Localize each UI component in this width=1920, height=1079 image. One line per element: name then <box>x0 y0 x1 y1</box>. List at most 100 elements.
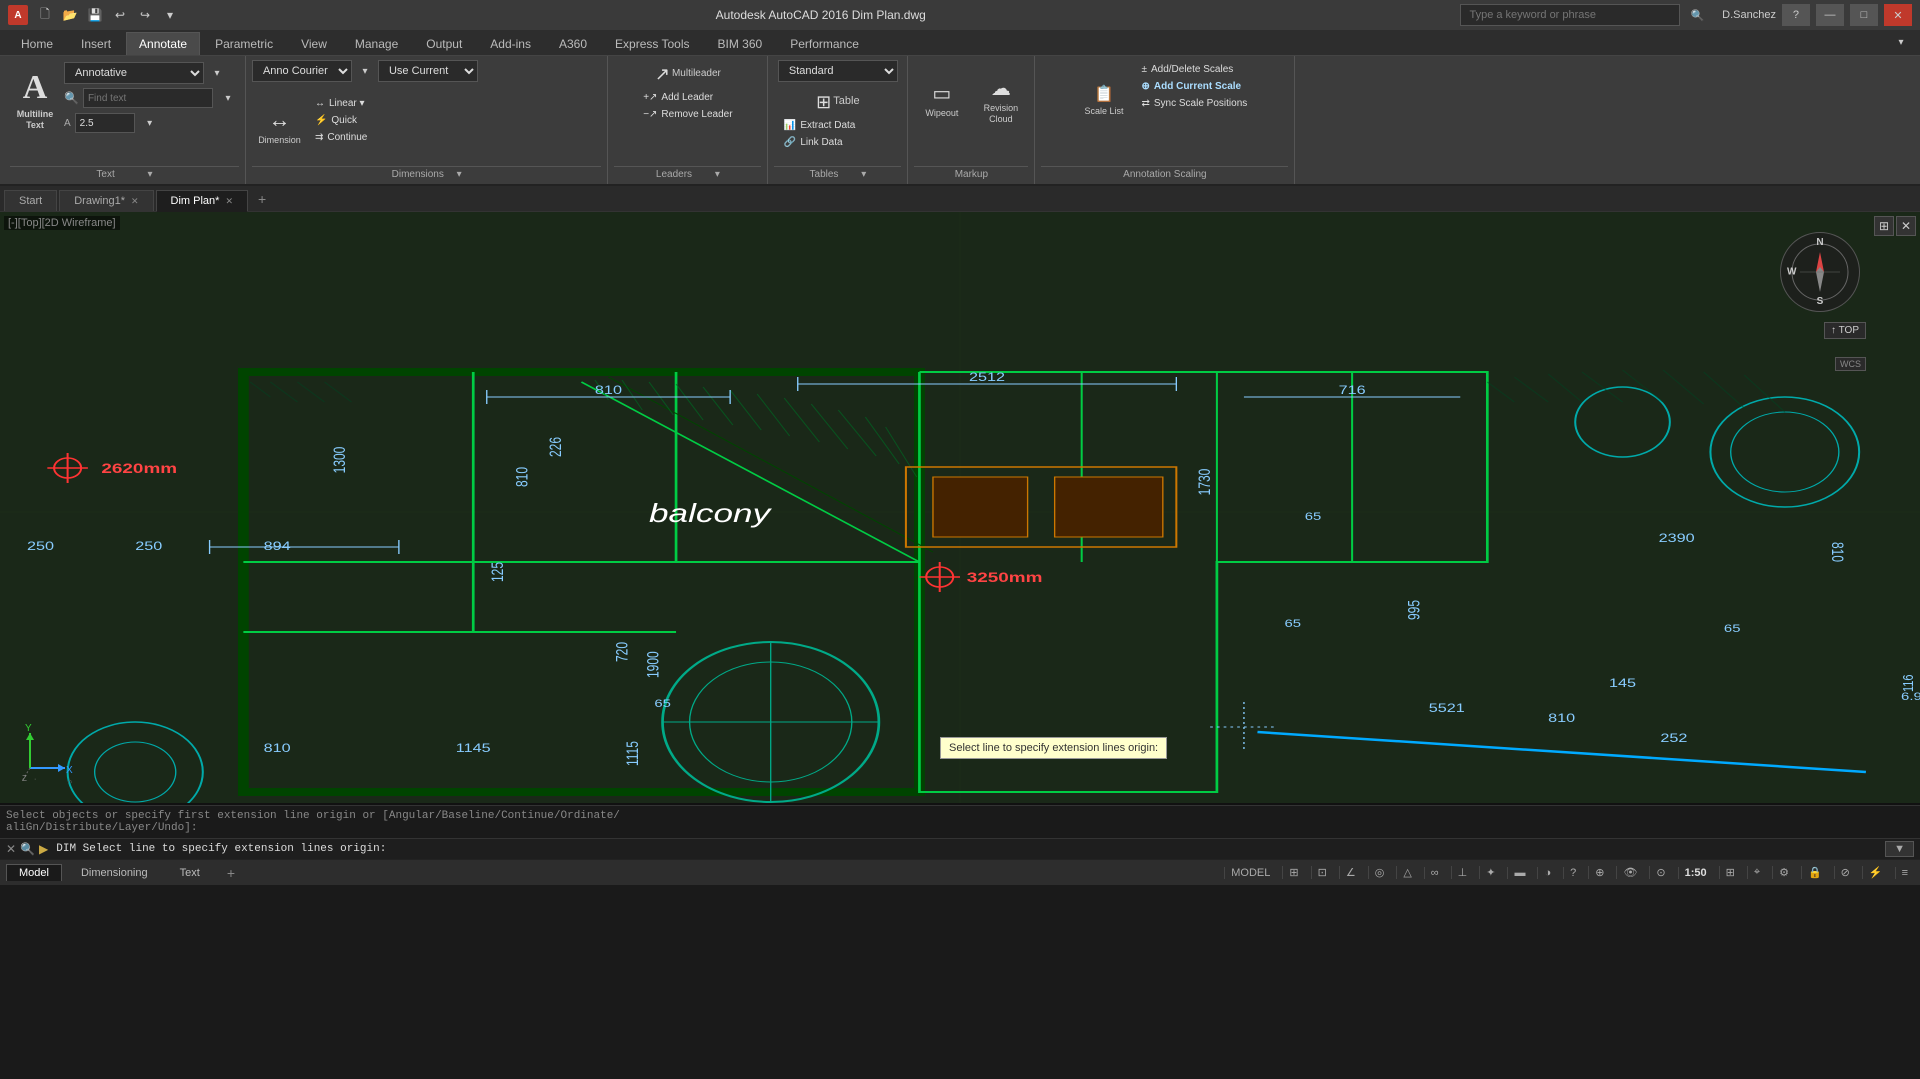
close-btn[interactable]: ✕ <box>1884 4 1912 26</box>
command-input[interactable] <box>390 843 1881 855</box>
text-style-manage-btn[interactable]: ▾ <box>208 62 226 84</box>
leaders-expand[interactable]: ▾ <box>715 169 720 180</box>
continue-button[interactable]: ⇉ Continue <box>309 130 373 145</box>
ws-status[interactable]: ⚙ <box>1772 866 1795 879</box>
tables-expand[interactable]: ▾ <box>861 169 866 180</box>
viewport-btn2[interactable]: ✕ <box>1896 216 1916 236</box>
maximize-btn[interactable]: □ <box>1850 4 1878 26</box>
dim-style-arrow[interactable]: ▾ <box>354 60 376 82</box>
quick-icon: ⚡ <box>315 115 327 126</box>
model-tab[interactable]: Model <box>6 864 62 881</box>
drawing1-close-icon[interactable]: ✕ <box>131 196 139 207</box>
snap-status[interactable]: ⊡ <box>1311 866 1333 879</box>
find-text-options[interactable]: ▾ <box>217 87 239 109</box>
add-current-scale-button[interactable]: ⊕ Add Current Scale <box>1135 79 1253 94</box>
tab-a360[interactable]: A360 <box>546 32 600 55</box>
tab-output[interactable]: Output <box>413 32 475 55</box>
redo-btn[interactable]: ↪ <box>134 4 156 26</box>
units-status[interactable]: ⊙ <box>1649 866 1671 879</box>
link-data-button[interactable]: 🔗 Link Data <box>778 135 849 150</box>
anno-scale-btn[interactable]: ⌖ <box>1747 866 1766 879</box>
tab-express[interactable]: Express Tools <box>602 32 702 55</box>
table-button[interactable]: ⊞ Table <box>778 88 898 116</box>
hardware-accel[interactable]: ⚡ <box>1862 866 1889 879</box>
qa-arrow[interactable]: ▾ <box>159 4 181 26</box>
polar-status[interactable]: ◎ <box>1368 866 1391 879</box>
cmd-dropdown-btn[interactable]: ▼ <box>1885 841 1914 857</box>
cmd-close-icon[interactable]: ✕ <box>6 842 16 856</box>
sync-scale-positions-button[interactable]: ⇄ Sync Scale Positions <box>1135 96 1253 111</box>
extract-data-button[interactable]: 📊 Extract Data <box>778 118 861 133</box>
open-btn[interactable]: 📂 <box>59 4 81 26</box>
osnap-status[interactable]: △ <box>1396 866 1417 879</box>
table-style-dropdown[interactable]: Standard <box>778 60 898 82</box>
grid-status[interactable]: ⊞ <box>1282 866 1304 879</box>
viewport-btn1[interactable]: ⊞ <box>1874 216 1894 236</box>
dimplan-close-icon[interactable]: ✕ <box>225 196 233 207</box>
quick-button[interactable]: ⚡ Quick <box>309 113 373 128</box>
otrack-status[interactable]: ∞ <box>1424 867 1445 879</box>
multileader-button[interactable]: ↗ Multileader <box>637 60 738 88</box>
add-leader-button[interactable]: +↗ Add Leader <box>637 90 719 105</box>
markup-ribbon-group: ▭ Wipeout ☁ Revision Cloud Markup <box>908 56 1035 184</box>
dyn-status[interactable]: ✦ <box>1479 866 1501 879</box>
save-btn[interactable]: 💾 <box>84 4 106 26</box>
tab-parametric[interactable]: Parametric <box>202 32 286 55</box>
lw-status[interactable]: ▬ <box>1507 867 1531 879</box>
transparency-status[interactable]: ◑ <box>1537 867 1557 879</box>
remove-leader-button[interactable]: −↗ Remove Leader <box>637 107 738 122</box>
dimension-button[interactable]: ↔ Dimension <box>252 96 307 156</box>
undo-btn[interactable]: ↩ <box>109 4 131 26</box>
doc-tab-drawing1[interactable]: Drawing1* ✕ <box>59 190 153 211</box>
text-height-input[interactable] <box>75 113 135 133</box>
add-layout-btn[interactable]: + <box>219 861 243 885</box>
text-tab[interactable]: Text <box>167 864 213 882</box>
customize-status[interactable]: ≡ <box>1895 867 1914 879</box>
tab-bim360[interactable]: BIM 360 <box>705 32 776 55</box>
isolate-obj[interactable]: ⊘ <box>1834 866 1856 879</box>
leaders-ribbon-group: ↗ Multileader +↗ Add Leader −↗ Remove Le… <box>608 56 768 184</box>
new-btn[interactable]: 🗋 <box>34 4 56 26</box>
sync-scale-icon: ⇄ <box>1141 98 1149 109</box>
tab-addins[interactable]: Add-ins <box>477 32 544 55</box>
text-height-arrow[interactable]: ▾ <box>139 112 161 134</box>
lock-ui[interactable]: 🔒 <box>1801 866 1828 879</box>
linear-button[interactable]: ↔ Linear ▾ <box>309 96 373 111</box>
tab-home[interactable]: Home <box>8 32 66 55</box>
model-status[interactable]: MODEL <box>1224 867 1276 879</box>
find-text-input[interactable] <box>83 88 213 108</box>
tab-manage[interactable]: Manage <box>342 32 411 55</box>
text-group-expand[interactable]: ▾ <box>148 169 153 180</box>
wipeout-button[interactable]: ▭ Wipeout <box>914 60 969 140</box>
tab-insert[interactable]: Insert <box>68 32 124 55</box>
text-style-dropdown[interactable]: Annotative <box>64 62 204 84</box>
dimensioning-tab[interactable]: Dimensioning <box>68 864 161 882</box>
ortho-status[interactable]: ∠ <box>1339 866 1362 879</box>
ribbon-collapse-btn[interactable]: ▾ <box>1890 31 1912 53</box>
tab-view[interactable]: View <box>288 32 340 55</box>
multiline-text-button[interactable]: A MultilineText <box>10 60 60 140</box>
viewport-scale-btn[interactable]: ⊞ <box>1719 866 1741 879</box>
help-btn[interactable]: ? <box>1782 4 1810 26</box>
svg-text:X: X <box>66 765 73 776</box>
cmd-search-icon[interactable]: 🔍 <box>20 842 35 856</box>
sel-cycling-status[interactable]: ⊕ <box>1588 866 1610 879</box>
scale-list-button[interactable]: 📋 Scale List <box>1076 60 1131 140</box>
minimize-btn[interactable]: — <box>1816 4 1844 26</box>
qp-status[interactable]: ? <box>1563 867 1582 879</box>
doc-tab-dimplan[interactable]: Dim Plan* ✕ <box>156 190 248 212</box>
tab-annotate[interactable]: Annotate <box>126 32 200 55</box>
command-line-area: Select objects or specify first extensio… <box>0 805 1920 838</box>
add-delete-scales-button[interactable]: ± Add/Delete Scales <box>1135 62 1253 77</box>
search-input[interactable] <box>1460 4 1680 26</box>
new-tab-button[interactable]: + <box>250 187 274 211</box>
dim-style-dropdown[interactable]: Anno Courier <box>252 60 352 82</box>
tab-performance[interactable]: Performance <box>777 32 872 55</box>
anno-mon-status[interactable]: 👁 <box>1616 866 1643 879</box>
scale-display[interactable]: 1:50 <box>1678 867 1713 879</box>
ducs-status[interactable]: ⊥ <box>1451 866 1474 879</box>
revision-cloud-button[interactable]: ☁ Revision Cloud <box>973 60 1028 140</box>
dim-expand[interactable]: ▾ <box>457 169 462 180</box>
doc-tab-start[interactable]: Start <box>4 190 57 211</box>
dim-use-current[interactable]: Use Current <box>378 60 478 82</box>
